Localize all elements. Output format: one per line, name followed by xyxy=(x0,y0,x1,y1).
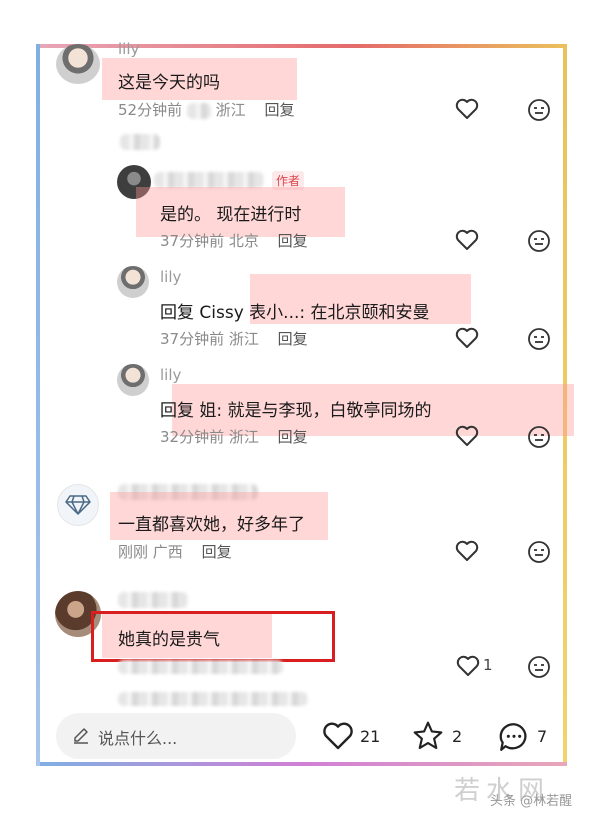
comment-time: 刚刚 xyxy=(118,543,149,561)
comment-author-name[interactable]: lily xyxy=(160,268,181,286)
avatar[interactable] xyxy=(117,266,149,298)
avatar[interactable] xyxy=(117,364,149,396)
comment-text: 回复 Cissy 表小...: 在北京颐和安曼 xyxy=(160,303,430,323)
avatar[interactable] xyxy=(57,484,99,526)
comment-location: 浙江 xyxy=(215,101,246,119)
heart-icon[interactable] xyxy=(455,540,479,566)
blurred-location xyxy=(186,102,211,119)
dislike-icon[interactable] xyxy=(527,229,551,257)
like-count: 1 xyxy=(483,656,493,674)
star-icon xyxy=(413,721,443,750)
heart-icon[interactable] xyxy=(456,655,480,681)
comment-location: 北京 xyxy=(228,232,259,250)
dislike-icon[interactable] xyxy=(527,540,551,568)
pen-icon xyxy=(74,728,88,744)
comment-text: 她真的是贵气 xyxy=(118,630,220,650)
dislike-icon[interactable] xyxy=(527,425,551,453)
input-placeholder: 说点什么... xyxy=(98,729,178,748)
comment-time: 37分钟前 xyxy=(160,330,225,348)
reply-button[interactable]: 回复 xyxy=(278,428,308,446)
comment-text: 回复 姐: 就是与李现，白敬亭同场的 xyxy=(160,401,432,421)
comment-meta: 刚刚 广西 回复 xyxy=(118,541,232,562)
favorite-count: 2 xyxy=(452,727,463,746)
heart-icon[interactable] xyxy=(455,425,479,451)
comment-location: 广西 xyxy=(152,543,183,561)
dislike-icon[interactable] xyxy=(527,98,551,126)
heart-icon[interactable] xyxy=(455,327,479,353)
comment-location: 浙江 xyxy=(228,428,259,446)
comment-author-name[interactable]: lily xyxy=(160,366,181,384)
comment-meta: 37分钟前 浙江 回复 xyxy=(160,328,308,349)
reply-button[interactable]: 回复 xyxy=(278,330,308,348)
blurred-next-comment xyxy=(118,692,308,706)
comment-time: 32分钟前 xyxy=(160,428,225,446)
comment-time: 52分钟前 xyxy=(118,101,183,119)
comment-author-name[interactable]: lily xyxy=(118,40,139,58)
heart-icon xyxy=(323,722,353,750)
reply-button[interactable]: 回复 xyxy=(202,543,232,561)
dislike-icon[interactable] xyxy=(527,327,551,355)
comment-location: 浙江 xyxy=(228,330,259,348)
comment-bubble-icon xyxy=(499,723,527,751)
dislike-icon[interactable] xyxy=(527,655,551,683)
comment-text: 是的。 现在进行时 xyxy=(160,205,302,225)
comment-meta: 52分钟前 浙江 回复 xyxy=(118,99,294,120)
comment-meta: 32分钟前 浙江 回复 xyxy=(160,426,308,447)
watermark-credit: 头条 @林若醒 xyxy=(490,794,573,809)
avatar[interactable] xyxy=(56,44,100,84)
blurred-meta xyxy=(118,660,283,674)
reply-button[interactable]: 回复 xyxy=(264,101,294,119)
comment-time: 37分钟前 xyxy=(160,232,225,250)
blurred-username xyxy=(154,172,264,188)
blurred-text xyxy=(120,134,160,150)
comment-meta: 37分钟前 北京 回复 xyxy=(160,230,308,251)
comment-input[interactable]: 说点什么... xyxy=(56,713,296,759)
diamond-icon xyxy=(65,495,91,515)
reply-button[interactable]: 回复 xyxy=(278,232,308,250)
heart-icon[interactable] xyxy=(455,229,479,255)
comment-count: 7 xyxy=(537,727,548,746)
like-count: 21 xyxy=(360,727,381,746)
like-button[interactable] xyxy=(322,721,354,755)
heart-icon[interactable] xyxy=(455,98,479,124)
favorite-button[interactable] xyxy=(412,720,444,756)
comment-text: 一直都喜欢她，好多年了 xyxy=(118,515,305,535)
blurred-username xyxy=(118,592,188,608)
comment-button[interactable] xyxy=(497,720,531,758)
comment-text: 这是今天的吗 xyxy=(118,73,220,93)
